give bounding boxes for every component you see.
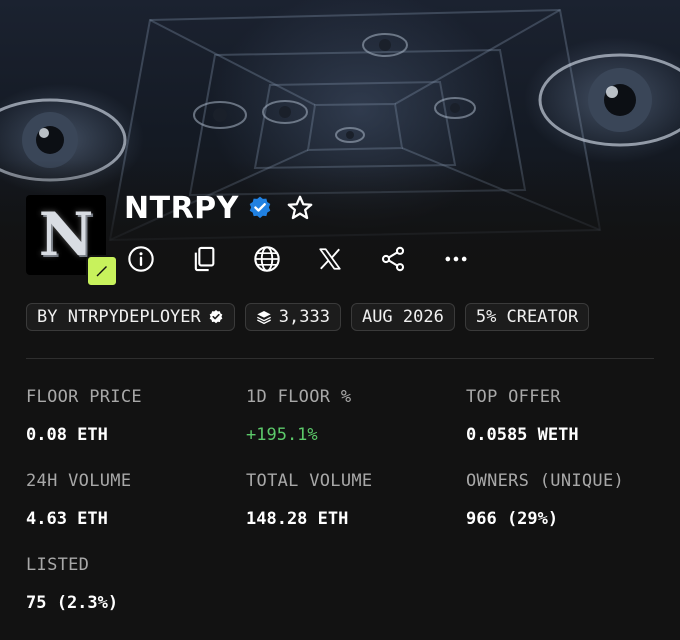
pen-nib-icon xyxy=(96,266,107,277)
date-chip: AUG 2026 xyxy=(350,303,455,331)
stat-value: 148.28 ETH xyxy=(246,509,349,529)
stat-value: 966 (29%) xyxy=(466,509,559,529)
share-button[interactable] xyxy=(376,242,410,276)
royalty-chip: 5% CREATOR xyxy=(464,303,590,331)
star-outline-icon xyxy=(287,195,313,220)
title-row: NTRPY xyxy=(124,188,315,228)
creator-chip[interactable]: BY NTRPYDEPLOYER xyxy=(26,303,235,331)
stat-floor-price: FLOOR PRICE 0.08 ETH xyxy=(26,386,236,446)
website-button[interactable] xyxy=(250,242,284,276)
creator-chip-label: BY NTRPYDEPLOYER xyxy=(37,307,201,327)
copy-button[interactable] xyxy=(187,242,221,276)
stat-value: 0.08 ETH xyxy=(26,425,108,445)
stat-label: OWNERS (UNIQUE) xyxy=(466,471,625,491)
copy-icon xyxy=(194,246,215,272)
stat-value: 0.0585 WETH xyxy=(466,425,579,445)
stat-total-volume: TOTAL VOLUME 148.28 ETH xyxy=(246,470,456,530)
stat-label: 1D FLOOR % xyxy=(246,387,352,407)
items-count-chip: 3,333 xyxy=(244,303,341,331)
stat-value: +195.1% xyxy=(246,425,318,445)
date-chip-label: AUG 2026 xyxy=(361,307,444,327)
more-horizontal-icon xyxy=(445,256,467,262)
collection-chips: BY NTRPYDEPLOYER 3,333 AUG 2026 5% CREAT… xyxy=(26,303,680,331)
layers-icon xyxy=(256,311,271,325)
stat-listed: LISTED 75 (2.3%) xyxy=(26,554,236,614)
creator-badge[interactable] xyxy=(86,255,118,287)
info-button[interactable] xyxy=(124,242,158,276)
more-button[interactable] xyxy=(439,242,473,276)
info-circle-icon xyxy=(128,246,154,272)
section-divider xyxy=(26,358,654,359)
stat-value: 75 (2.3%) xyxy=(26,593,119,613)
x-logo-icon xyxy=(319,248,341,270)
stat-top-offer: TOP OFFER 0.0585 WETH xyxy=(466,386,676,446)
stat-value: 4.63 ETH xyxy=(26,509,108,529)
verified-check-icon xyxy=(209,310,223,324)
stat-label: LISTED xyxy=(26,555,90,575)
collection-actions xyxy=(124,242,502,276)
royalty-chip-label: 5% CREATOR xyxy=(475,307,579,327)
favorite-star-button[interactable] xyxy=(285,193,315,223)
stat-24h-volume: 24H VOLUME 4.63 ETH xyxy=(26,470,236,530)
stat-label: FLOOR PRICE xyxy=(26,387,142,407)
stat-owners: OWNERS (UNIQUE) 966 (29%) xyxy=(466,470,676,530)
stat-label: 24H VOLUME xyxy=(26,471,132,491)
collection-name: NTRPY xyxy=(124,190,239,226)
globe-icon xyxy=(254,246,280,272)
share-icon xyxy=(381,246,405,272)
items-count-label: 3,333 xyxy=(278,307,330,327)
verified-check-icon xyxy=(247,195,273,221)
stat-label: TOTAL VOLUME xyxy=(246,471,373,491)
stat-floor-change: 1D FLOOR % +195.1% xyxy=(246,386,456,446)
x-button[interactable] xyxy=(313,242,347,276)
stat-label: TOP OFFER xyxy=(466,387,561,407)
